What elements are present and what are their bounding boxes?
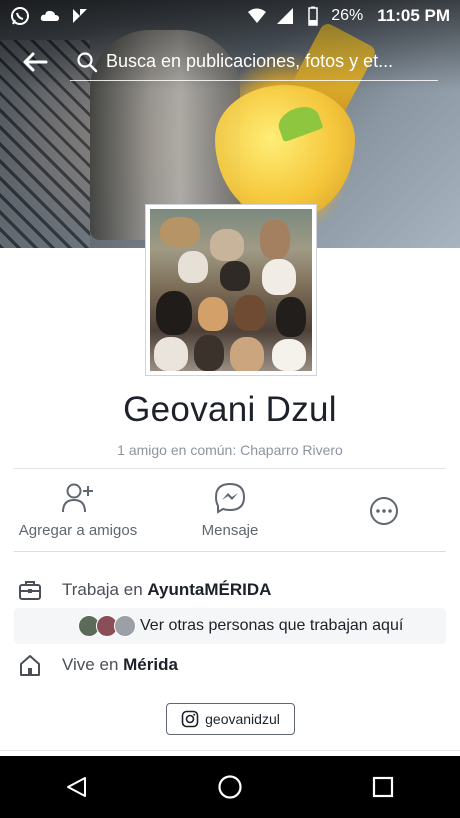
status-bar: 26% 11:05 PM bbox=[0, 0, 460, 32]
android-nav-bar bbox=[0, 756, 460, 818]
work-place[interactable]: AyuntaMÉRIDA bbox=[147, 580, 271, 600]
home-icon bbox=[20, 655, 40, 676]
messenger-icon bbox=[214, 482, 246, 514]
profile-photo-dogs bbox=[150, 209, 312, 371]
nav-home-icon bbox=[217, 775, 242, 799]
search-placeholder: Busca en publicaciones, fotos y et... bbox=[106, 51, 394, 71]
instagram-icon bbox=[181, 710, 199, 728]
signal-icon bbox=[277, 8, 294, 24]
instagram-handle: geovanidzul bbox=[205, 711, 280, 727]
add-friend-label: Agregar a amigos bbox=[18, 522, 138, 539]
lives-prefix: Vive en bbox=[62, 655, 124, 674]
clock: 11:05 PM bbox=[377, 6, 450, 25]
briefcase-icon bbox=[19, 581, 41, 600]
download-icon bbox=[73, 9, 87, 23]
mutual-friends[interactable]: 1 amigo en común: Chaparro Rivero bbox=[0, 442, 460, 458]
coworkers-row[interactable]: Ver otras personas que trabajan aquí bbox=[14, 608, 446, 644]
coworker-avatars bbox=[78, 615, 136, 637]
add-friend-icon bbox=[62, 483, 93, 513]
battery-level: 26% bbox=[331, 7, 364, 24]
profile-picture[interactable] bbox=[145, 204, 317, 376]
profile-name: Geovani Dzul bbox=[123, 390, 337, 429]
nav-back-icon bbox=[66, 777, 86, 797]
profile-actions: Agregar a amigos Mensaje bbox=[0, 482, 460, 544]
work-info[interactable]: Trabaja en AyuntaMÉRIDA bbox=[18, 578, 271, 602]
cloud-icon bbox=[40, 10, 59, 21]
avatar bbox=[114, 615, 136, 637]
divider bbox=[0, 750, 460, 751]
battery-icon bbox=[308, 6, 318, 26]
search-input[interactable]: Busca en publicaciones, fotos y et... bbox=[70, 43, 438, 81]
nav-back-button[interactable] bbox=[0, 756, 153, 818]
nav-recents-icon bbox=[372, 776, 393, 798]
whatsapp-icon bbox=[11, 7, 29, 25]
divider bbox=[14, 551, 446, 552]
search-icon bbox=[77, 51, 98, 72]
back-button[interactable] bbox=[0, 42, 70, 82]
message-label: Mensaje bbox=[201, 522, 259, 539]
nav-recents-button[interactable] bbox=[306, 756, 459, 818]
search-header: Busca en publicaciones, fotos y et... bbox=[0, 42, 460, 82]
wifi-icon bbox=[248, 8, 267, 23]
location-info[interactable]: Vive en Mérida bbox=[18, 653, 178, 677]
lives-place[interactable]: Mérida bbox=[123, 655, 178, 675]
instagram-button[interactable]: geovanidzul bbox=[166, 703, 295, 735]
more-options-icon bbox=[370, 497, 398, 525]
nav-home-button[interactable] bbox=[153, 756, 306, 818]
back-arrow-icon bbox=[23, 52, 48, 72]
coworkers-link[interactable]: Ver otras personas que trabajan aquí bbox=[140, 617, 403, 635]
more-options-button[interactable] bbox=[360, 496, 408, 526]
divider bbox=[14, 468, 446, 469]
work-prefix: Trabaja en bbox=[62, 580, 148, 599]
add-friend-button[interactable]: Agregar a amigos bbox=[14, 482, 142, 539]
message-button[interactable]: Mensaje bbox=[184, 482, 276, 539]
